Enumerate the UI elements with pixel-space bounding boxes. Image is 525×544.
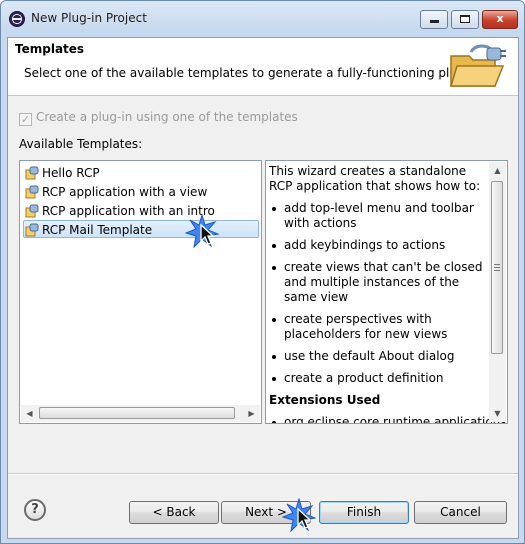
horizontal-scrollbar[interactable]: ◀ ▶	[21, 405, 260, 422]
scroll-up-icon[interactable]: ▲	[489, 162, 506, 179]
minimize-button[interactable]	[420, 10, 448, 29]
feature-list: add top-level menu and toolbar with acti…	[269, 201, 491, 386]
feature-item: add keybindings to actions	[269, 238, 491, 253]
page-description: Select one of the available templates to…	[24, 66, 484, 80]
wizard-window: New Plug-in Project x Templates Select o…	[0, 0, 525, 544]
grip-icon	[494, 264, 500, 265]
finish-button[interactable]: Finish	[319, 501, 409, 524]
plugin-template-icon	[25, 223, 39, 237]
vertical-scrollbar[interactable]: ▲ ▼	[489, 162, 506, 422]
description-intro: This wizard creates a standalone RCP app…	[269, 164, 481, 193]
back-button[interactable]: < Back	[129, 501, 219, 524]
grip-icon	[494, 270, 500, 271]
extensions-heading: Extensions Used	[269, 393, 381, 407]
use-template-label: Create a plug-in using one of the templa…	[36, 110, 298, 124]
scroll-right-icon[interactable]: ▶	[243, 405, 260, 422]
extension-item: org.eclipse.core.runtime.applications	[269, 415, 507, 423]
eclipse-icon	[9, 11, 25, 27]
template-item-rcp-mail[interactable]: RCP Mail Template	[23, 220, 259, 238]
title-bar[interactable]: New Plug-in Project x	[1, 1, 524, 37]
feature-item: create perspectives with placeholders fo…	[269, 312, 491, 342]
extensions-list: org.eclipse.core.runtime.applications	[269, 415, 507, 423]
page-title: Templates	[15, 42, 85, 56]
grip-icon	[494, 267, 500, 268]
footer-divider	[8, 473, 518, 475]
available-templates-label: Available Templates:	[19, 137, 143, 151]
window-title: New Plug-in Project	[31, 11, 147, 25]
plugin-template-icon	[25, 166, 39, 180]
scroll-down-icon[interactable]: ▼	[489, 405, 506, 422]
mouse-pointer-icon	[282, 498, 316, 532]
maximize-button[interactable]	[451, 10, 479, 29]
scroll-left-icon[interactable]: ◀	[21, 405, 38, 422]
template-description-panel: This wizard creates a standalone RCP app…	[265, 160, 508, 424]
wizard-header: Templates Select one of the available te…	[8, 38, 518, 96]
template-list[interactable]: Hello RCP RCP application with a view RC…	[19, 160, 262, 424]
scroll-thumb[interactable]	[491, 181, 503, 354]
feature-item: create views that can't be closed and mu…	[269, 260, 491, 305]
mouse-pointer-icon	[185, 214, 219, 248]
plugin-template-icon	[25, 185, 39, 199]
plugin-template-icon	[25, 204, 39, 218]
feature-item: add top-level menu and toolbar with acti…	[269, 201, 491, 231]
template-item-label: RCP application with a view	[42, 185, 208, 199]
feature-item: create a product definition	[269, 371, 491, 386]
template-item-rcp-intro[interactable]: RCP application with an intro	[25, 202, 259, 220]
close-button[interactable]: x	[482, 10, 518, 29]
help-button[interactable]: ?	[24, 499, 46, 521]
template-item-label: Hello RCP	[42, 166, 100, 180]
template-item-rcp-view[interactable]: RCP application with a view	[25, 183, 259, 201]
template-item-label: RCP Mail Template	[42, 223, 153, 237]
template-item-hello-rcp[interactable]: Hello RCP	[25, 164, 259, 182]
use-template-checkbox-row[interactable]: ✓ Create a plug-in using one of the templ…	[19, 110, 298, 126]
minimize-icon	[429, 20, 439, 23]
use-template-checkbox[interactable]: ✓	[19, 113, 32, 126]
scroll-thumb[interactable]	[39, 407, 235, 419]
maximize-icon	[460, 15, 470, 23]
plugin-folder-icon	[449, 44, 506, 87]
cancel-button[interactable]: Cancel	[414, 501, 507, 524]
dialog-body: Templates Select one of the available te…	[7, 37, 519, 539]
feature-item: use the default About dialog	[269, 349, 491, 364]
